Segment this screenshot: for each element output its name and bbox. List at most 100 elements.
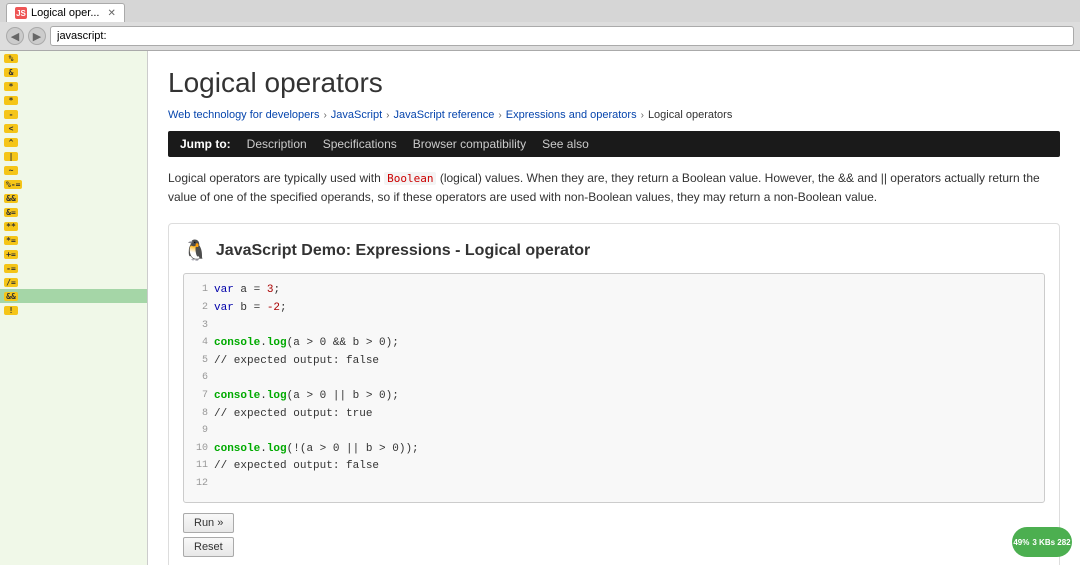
code-line-1: 1 var a = 3; [192, 282, 1036, 300]
sidebar-item[interactable]: /= [0, 275, 147, 289]
jump-to-see-also[interactable]: See also [542, 137, 589, 151]
sidebar-item[interactable]: ^ [0, 135, 147, 149]
line-number: 1 [192, 282, 208, 300]
badge-label: 3 KBs 282 [1032, 538, 1070, 547]
line-number: 5 [192, 353, 208, 371]
sidebar-badge: += [4, 250, 18, 259]
sidebar-item[interactable]: %-= [0, 177, 147, 191]
sidebar-badge: *= [4, 236, 18, 245]
line-number: 2 [192, 300, 208, 318]
forward-button[interactable]: ▶ [28, 27, 46, 45]
demo-title: 🐧 JavaScript Demo: Expressions - Logical… [183, 238, 1045, 263]
code-line-9: 9 [192, 423, 1036, 441]
sidebar-badge: % [4, 54, 18, 63]
sidebar-badge: | [4, 152, 18, 161]
breadcrumb-link-webtech[interactable]: Web technology for developers [168, 109, 319, 121]
code-line-11: 11 // expected output: false [192, 458, 1036, 476]
main-container: % & * * - < ^ | ~ %-= && &= ** *= += -= … [0, 51, 1080, 565]
breadcrumb-link-js[interactable]: JavaScript [331, 109, 382, 121]
badge-value: 49% [1013, 538, 1029, 547]
code-line-2: 2 var b = -2; [192, 300, 1036, 318]
sidebar-item[interactable]: *= [0, 233, 147, 247]
sidebar-item-and-and[interactable]: && [0, 289, 147, 303]
browser-chrome: JS Logical oper... ✕ ◀ ▶ [0, 0, 1080, 51]
sidebar-item[interactable]: - [0, 107, 147, 121]
sidebar-item[interactable]: && [0, 191, 147, 205]
code-text [214, 476, 221, 494]
sidebar-item[interactable]: ** [0, 219, 147, 233]
sidebar-badge: && [4, 194, 18, 203]
line-number: 3 [192, 318, 208, 336]
sidebar-badge: < [4, 124, 18, 133]
breadcrumb-sep: › [641, 110, 644, 121]
code-text [214, 318, 221, 336]
code-line-10: 10 console.log(!(a > 0 || b > 0)); [192, 441, 1036, 459]
breadcrumb-link-jsref[interactable]: JavaScript reference [394, 109, 495, 121]
sidebar-badge: - [4, 110, 18, 119]
sidebar-badge: * [4, 96, 18, 105]
sidebar-item[interactable]: -= [0, 261, 147, 275]
reset-button[interactable]: Reset [183, 537, 234, 557]
line-number: 6 [192, 370, 208, 388]
code-line-7: 7 console.log(a > 0 || b > 0); [192, 388, 1036, 406]
jump-to-label: Jump to: [180, 137, 231, 151]
breadcrumb-current: Logical operators [648, 109, 732, 121]
line-number: 8 [192, 406, 208, 424]
sidebar-item[interactable]: % [0, 51, 147, 65]
jump-to-specifications[interactable]: Specifications [323, 137, 397, 151]
line-number: 10 [192, 441, 208, 459]
address-bar[interactable] [50, 26, 1074, 46]
line-number: 12 [192, 476, 208, 494]
sidebar: % & * * - < ^ | ~ %-= && &= ** *= += -= … [0, 51, 148, 565]
code-text: // expected output: false [214, 458, 379, 476]
sidebar-item-not[interactable]: ! [0, 303, 147, 317]
active-tab[interactable]: JS Logical oper... ✕ [6, 3, 125, 22]
sidebar-item[interactable]: * [0, 79, 147, 93]
code-text: console.log(a > 0 && b > 0); [214, 335, 399, 353]
run-button[interactable]: Run » [183, 513, 234, 533]
code-text: // expected output: true [214, 406, 372, 424]
tab-title: Logical oper... [31, 7, 100, 19]
code-text: var b = -2; [214, 300, 287, 318]
line-number: 4 [192, 335, 208, 353]
back-button[interactable]: ◀ [6, 27, 24, 45]
breadcrumb-link-expressions[interactable]: Expressions and operators [506, 109, 637, 121]
code-line-6: 6 [192, 370, 1036, 388]
breadcrumb: Web technology for developers › JavaScri… [168, 109, 1060, 121]
line-number: 11 [192, 458, 208, 476]
demo-heading: JavaScript Demo: Expressions - Logical o… [216, 242, 590, 260]
code-editor[interactable]: 1 var a = 3; 2 var b = -2; 3 4 console.l… [183, 273, 1045, 502]
sidebar-badge: * [4, 82, 18, 91]
sidebar-item[interactable]: & [0, 65, 147, 79]
code-line-8: 8 // expected output: true [192, 406, 1036, 424]
breadcrumb-sep: › [323, 110, 326, 121]
tab-bar: JS Logical oper... ✕ [0, 0, 1080, 22]
sidebar-badge: & [4, 68, 18, 77]
sidebar-badge: ^ [4, 138, 18, 147]
demo-box: 🐧 JavaScript Demo: Expressions - Logical… [168, 223, 1060, 565]
sidebar-badge: ** [4, 222, 18, 231]
line-number: 7 [192, 388, 208, 406]
jump-to-browser-compat[interactable]: Browser compatibility [413, 137, 526, 151]
intro-text-before: Logical operators are typically used wit… [168, 171, 384, 185]
code-text: console.log(!(a > 0 || b > 0)); [214, 441, 419, 459]
sidebar-badge: && [4, 292, 18, 301]
sidebar-badge: ! [4, 306, 18, 315]
sidebar-badge: ~ [4, 166, 18, 175]
page-title: Logical operators [168, 67, 1060, 99]
sidebar-item[interactable]: * [0, 93, 147, 107]
sidebar-item[interactable]: += [0, 247, 147, 261]
sidebar-item[interactable]: &= [0, 205, 147, 219]
sidebar-badge: %-= [4, 180, 22, 189]
close-tab-button[interactable]: ✕ [108, 8, 116, 19]
code-text: var a = 3; [214, 282, 280, 300]
line-number: 9 [192, 423, 208, 441]
code-line-12: 12 [192, 476, 1036, 494]
jump-to-description[interactable]: Description [247, 137, 307, 151]
sidebar-item[interactable]: < [0, 121, 147, 135]
sidebar-item[interactable]: ~ [0, 163, 147, 177]
sidebar-item[interactable]: | [0, 149, 147, 163]
code-line-4: 4 console.log(a > 0 && b > 0); [192, 335, 1036, 353]
browser-toolbar: ◀ ▶ [0, 22, 1080, 50]
status-badge[interactable]: 49% 3 KBs 282 [1012, 527, 1072, 557]
